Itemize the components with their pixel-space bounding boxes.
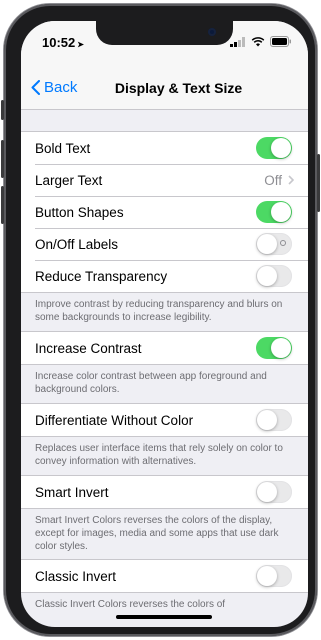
toggle-knob bbox=[257, 410, 277, 430]
classic-invert-group: Classic Invert bbox=[21, 559, 308, 593]
screen: 10:52 ➤ Back Display & Text Size Bold Te… bbox=[21, 21, 308, 627]
larger-text-value-label: Off bbox=[264, 172, 282, 188]
increase-contrast-toggle[interactable] bbox=[256, 337, 292, 359]
reduce-transparency-label: Reduce Transparency bbox=[35, 268, 168, 284]
navigation-bar: Back Display & Text Size bbox=[21, 65, 308, 110]
onoff-labels-toggle[interactable] bbox=[256, 233, 292, 255]
cellular-signal-icon bbox=[230, 36, 245, 47]
toggle-knob bbox=[271, 338, 291, 358]
increase-contrast-description: Increase color contrast between app fore… bbox=[35, 371, 267, 395]
button-shapes-row[interactable]: Button Shapes bbox=[21, 196, 308, 228]
reduce-transparency-row[interactable]: Reduce Transparency bbox=[21, 260, 308, 292]
page-title: Display & Text Size bbox=[114, 80, 243, 96]
smart-invert-row[interactable]: Smart Invert bbox=[21, 476, 308, 508]
differentiate-description: Replaces user interface items that rely … bbox=[35, 443, 283, 467]
bold-text-label: Bold Text bbox=[35, 140, 91, 156]
bold-text-toggle[interactable] bbox=[256, 137, 292, 159]
time-label: 10:52 bbox=[42, 35, 76, 50]
bold-text-row[interactable]: Bold Text bbox=[21, 132, 308, 164]
toggle-knob bbox=[257, 234, 277, 254]
notch bbox=[96, 21, 233, 45]
toggle-knob bbox=[257, 482, 277, 502]
button-shapes-toggle[interactable] bbox=[256, 201, 292, 223]
toggle-knob bbox=[271, 202, 291, 222]
phone-frame: 10:52 ➤ Back Display & Text Size Bold Te… bbox=[1, 4, 320, 636]
location-arrow-icon: ➤ bbox=[77, 40, 84, 49]
onoff-labels-row[interactable]: On/Off Labels bbox=[21, 228, 308, 260]
smart-invert-label: Smart Invert bbox=[35, 484, 109, 500]
classic-invert-toggle[interactable] bbox=[256, 565, 292, 587]
differentiate-row[interactable]: Differentiate Without Color bbox=[21, 404, 308, 436]
smart-invert-toggle[interactable] bbox=[256, 481, 292, 503]
side-button bbox=[317, 154, 320, 212]
camera-icon bbox=[208, 28, 216, 36]
home-indicator[interactable] bbox=[116, 615, 212, 619]
settings-list: Bold Text Larger Text Off Button Shapes bbox=[21, 110, 308, 627]
classic-invert-label: Classic Invert bbox=[35, 568, 117, 584]
volume-down-button bbox=[1, 186, 4, 224]
toggle-knob bbox=[257, 266, 277, 286]
volume-up-button bbox=[1, 140, 4, 178]
off-indicator-icon bbox=[280, 240, 286, 246]
text-options-group: Bold Text Larger Text Off Button Shapes bbox=[21, 131, 308, 293]
wifi-icon bbox=[251, 36, 265, 46]
smart-invert-group: Smart Invert bbox=[21, 475, 308, 509]
classic-invert-description: Classic Invert Colors reverses the color… bbox=[35, 599, 226, 610]
larger-text-value: Off bbox=[264, 173, 294, 188]
differentiate-label: Differentiate Without Color bbox=[35, 412, 194, 428]
increase-contrast-label: Increase Contrast bbox=[35, 340, 142, 356]
larger-text-row[interactable]: Larger Text Off bbox=[21, 164, 308, 196]
status-icons bbox=[230, 36, 292, 47]
differentiate-group: Differentiate Without Color bbox=[21, 403, 308, 437]
reduce-transparency-description: Improve contrast by reducing transparenc… bbox=[35, 299, 283, 323]
smart-invert-description: Smart Invert Colors reverses the colors … bbox=[35, 515, 279, 552]
toggle-knob bbox=[271, 138, 291, 158]
button-shapes-label: Button Shapes bbox=[35, 204, 124, 220]
mute-switch bbox=[1, 100, 4, 120]
onoff-labels-label: On/Off Labels bbox=[35, 236, 119, 252]
toggle-knob bbox=[257, 566, 277, 586]
larger-text-label: Larger Text bbox=[35, 172, 103, 188]
battery-icon bbox=[270, 36, 291, 47]
increase-contrast-row[interactable]: Increase Contrast bbox=[21, 332, 308, 364]
differentiate-toggle[interactable] bbox=[256, 409, 292, 431]
classic-invert-row[interactable]: Classic Invert bbox=[21, 560, 308, 592]
status-time: 10:52 ➤ bbox=[42, 35, 84, 50]
reduce-transparency-toggle[interactable] bbox=[256, 265, 292, 287]
increase-contrast-group: Increase Contrast bbox=[21, 331, 308, 365]
chevron-right-icon bbox=[288, 175, 294, 185]
